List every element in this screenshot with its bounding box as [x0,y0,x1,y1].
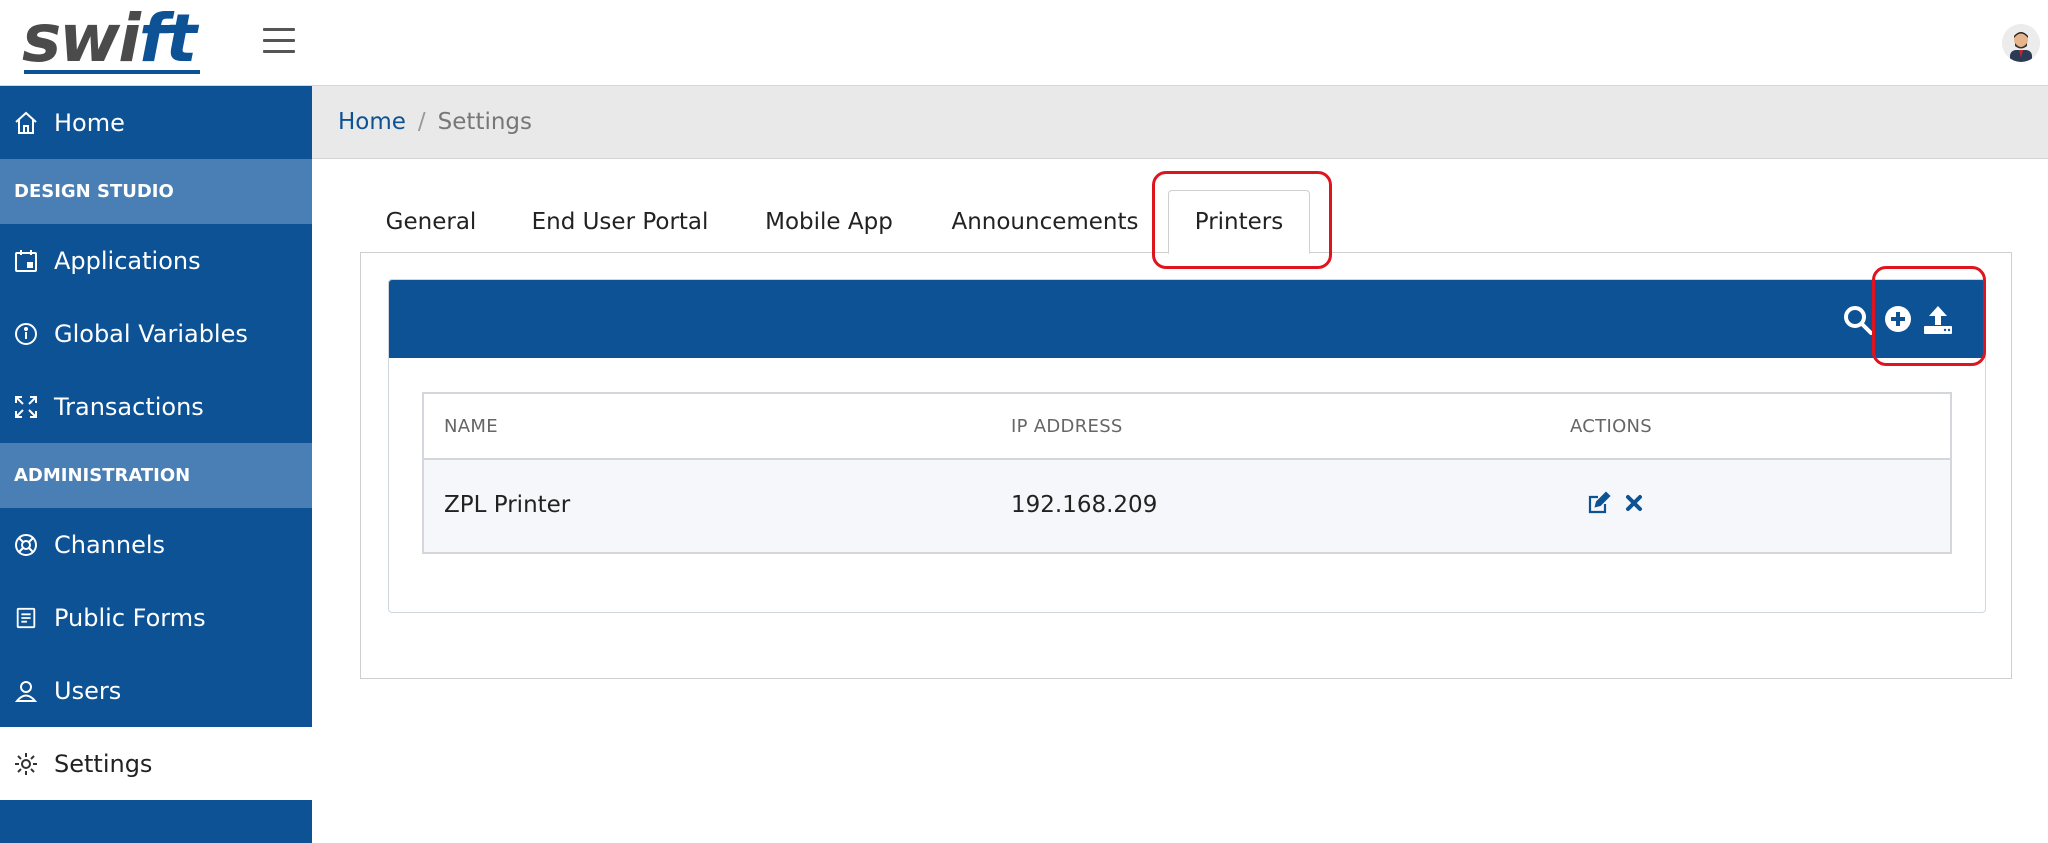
sidebar-item-users[interactable]: Users [0,654,312,727]
sidebar-item-applications[interactable]: Applications [0,224,312,297]
card-toolbar [389,280,1985,358]
info-icon [12,320,40,348]
sidebar-item-label: Public Forms [54,603,206,632]
sidebar-item-label: Global Variables [54,319,248,348]
user-avatar[interactable] [2002,24,2040,62]
sidebar-item-label: Home [54,108,125,137]
calendar-icon [12,247,40,275]
edit-icon[interactable] [1586,490,1612,516]
column-header-ip-address: IP ADDRESS [1011,416,1123,437]
top-bar: swift [0,0,2048,86]
logo-underline [24,70,200,74]
table-header: NAME IP ADDRESS ACTIONS [424,394,1950,460]
tab-mobile-app[interactable]: Mobile App [748,190,910,254]
tab-printers[interactable]: Printers [1168,190,1310,254]
sidebar-item-global-variables[interactable]: Global Variables [0,297,312,370]
menu-toggle-icon[interactable] [263,28,295,54]
logo-prefix: swi [22,0,141,77]
breadcrumb-current: Settings [437,109,533,135]
printers-card: NAME IP ADDRESS ACTIONS ZPL Printer 192.… [388,279,1986,613]
sidebar-item-label: Transactions [54,392,204,421]
tab-announcements[interactable]: Announcements [934,190,1156,254]
upload-icon[interactable] [1922,304,1954,336]
logo-suffix: ft [138,0,197,77]
printers-table: NAME IP ADDRESS ACTIONS ZPL Printer 192.… [422,392,1952,554]
gear-icon [12,750,40,778]
tab-end-user-portal[interactable]: End User Portal [516,190,724,254]
sidebar-item-transactions[interactable]: Transactions [0,370,312,443]
sidebar-item-public-forms[interactable]: Public Forms [0,581,312,654]
column-header-actions: ACTIONS [1570,416,1653,437]
table-row[interactable]: ZPL Printer 192.168.209 [424,460,1950,552]
sidebar-item-channels[interactable]: Channels [0,508,312,581]
printer-ip: 192.168.209 [1011,492,1158,518]
column-header-name: NAME [444,416,498,437]
lifebuoy-icon [12,531,40,559]
home-icon [12,109,40,137]
user-icon [12,677,40,705]
swift-logo[interactable]: swift [22,2,204,76]
printer-name: ZPL Printer [444,492,571,518]
sidebar-item-settings[interactable]: Settings [0,727,312,800]
breadcrumb: Home / Settings [312,86,2048,159]
sidebar-item-label: Users [54,676,122,705]
add-circle-icon[interactable] [1883,304,1915,336]
sidebar-item-label: Channels [54,530,166,559]
expand-arrows-icon [12,393,40,421]
sidebar-item-home[interactable]: Home [0,86,312,159]
sidebar-item-label: Settings [54,749,153,778]
section-design-studio: DESIGN STUDIO [0,159,312,224]
search-icon[interactable] [1842,304,1874,336]
form-icon [12,604,40,632]
breadcrumb-separator: / [417,109,426,135]
sidebar-item-label: Applications [54,246,201,275]
tab-general[interactable]: General [370,190,492,254]
breadcrumb-home-link[interactable]: Home [338,109,406,135]
section-administration: ADMINISTRATION [0,443,312,508]
delete-icon[interactable] [1622,490,1648,516]
